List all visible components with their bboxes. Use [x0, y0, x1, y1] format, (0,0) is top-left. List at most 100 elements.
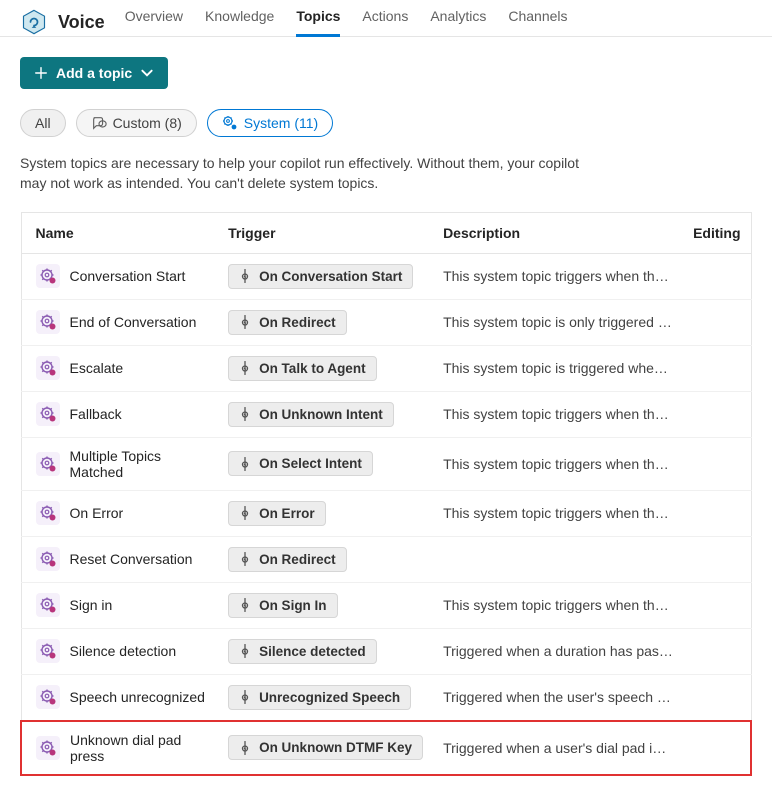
- topic-name: Silence detection: [70, 643, 177, 659]
- topic-description: This system topic triggers when the b...: [433, 437, 683, 490]
- trigger-badge: Unrecognized Speech: [228, 685, 411, 710]
- trigger-badge: On Unknown Intent: [228, 402, 394, 427]
- topic-name: End of Conversation: [70, 314, 197, 330]
- topic-description: This system topic is triggered when t...: [433, 345, 683, 391]
- editing-cell: [683, 582, 751, 628]
- table-row[interactable]: On Error On Error This system topic trig…: [21, 490, 751, 536]
- microphone-icon: [239, 690, 251, 704]
- table-row[interactable]: Reset Conversation On Redirect: [21, 536, 751, 582]
- microphone-icon: [239, 269, 251, 283]
- gear-icon: [36, 685, 60, 709]
- topic-description: Triggered when a user's dial pad inpu...: [433, 721, 683, 775]
- microphone-icon: [239, 457, 251, 471]
- col-trigger[interactable]: Trigger: [218, 212, 433, 253]
- topic-description: This system topic is only triggered by .…: [433, 299, 683, 345]
- gear-icon: [36, 402, 60, 426]
- topic-name: Escalate: [70, 360, 124, 376]
- chat-icon: [91, 116, 107, 130]
- gear-icon: [36, 547, 60, 571]
- topic-name-cell: Unknown dial pad press: [32, 732, 208, 764]
- filter-all[interactable]: All: [20, 109, 66, 137]
- gear-icon: [36, 593, 60, 617]
- microphone-icon: [239, 598, 251, 612]
- editing-cell: [683, 721, 751, 775]
- topic-name: Reset Conversation: [70, 551, 193, 567]
- microphone-icon: [239, 315, 251, 329]
- trigger-label: Silence detected: [259, 644, 366, 659]
- table-row[interactable]: Sign in On Sign In This system topic tri…: [21, 582, 751, 628]
- topic-name-cell: Escalate: [32, 356, 209, 380]
- table-row[interactable]: Escalate On Talk to Agent This system to…: [21, 345, 751, 391]
- trigger-badge: On Conversation Start: [228, 264, 413, 289]
- col-name[interactable]: Name: [21, 212, 218, 253]
- microphone-icon: [239, 407, 251, 421]
- editing-cell: [683, 253, 751, 299]
- add-topic-button[interactable]: Add a topic: [20, 57, 168, 89]
- topic-description: This system topic triggers when the u...: [433, 391, 683, 437]
- trigger-badge: On Redirect: [228, 547, 347, 572]
- topic-description: This system topic triggers when the b...: [433, 490, 683, 536]
- trigger-label: On Select Intent: [259, 456, 362, 471]
- topic-name: On Error: [70, 505, 124, 521]
- table-row[interactable]: Multiple Topics Matched On Select Intent…: [21, 437, 751, 490]
- trigger-badge: On Talk to Agent: [228, 356, 377, 381]
- filter-all-label: All: [35, 115, 51, 131]
- topic-name-cell: End of Conversation: [32, 310, 209, 334]
- microphone-icon: [239, 552, 251, 566]
- trigger-label: On Conversation Start: [259, 269, 402, 284]
- trigger-label: On Unknown Intent: [259, 407, 383, 422]
- editing-cell: [683, 391, 751, 437]
- trigger-label: On Redirect: [259, 552, 336, 567]
- gear-icon: [36, 452, 60, 476]
- col-editing[interactable]: Editing: [683, 212, 751, 253]
- table-row[interactable]: Fallback On Unknown Intent This system t…: [21, 391, 751, 437]
- editing-cell: [683, 674, 751, 721]
- trigger-label: Unrecognized Speech: [259, 690, 400, 705]
- topic-name-cell: Sign in: [32, 593, 209, 617]
- microphone-icon: [239, 506, 251, 520]
- tab-analytics[interactable]: Analytics: [430, 8, 486, 36]
- topic-name-cell: Conversation Start: [32, 264, 209, 288]
- filter-custom[interactable]: Custom (8): [76, 109, 197, 137]
- trigger-label: On Talk to Agent: [259, 361, 366, 376]
- table-row[interactable]: End of Conversation On Redirect This sys…: [21, 299, 751, 345]
- topic-name-cell: On Error: [32, 501, 209, 525]
- filter-system[interactable]: System (11): [207, 109, 333, 137]
- plus-icon: [34, 66, 48, 80]
- col-description[interactable]: Description: [433, 212, 683, 253]
- gear-icon: [36, 736, 60, 760]
- tab-channels[interactable]: Channels: [508, 8, 567, 36]
- info-text: System topics are necessary to help your…: [20, 153, 580, 194]
- trigger-badge: On Unknown DTMF Key: [228, 735, 423, 760]
- topic-description: [433, 536, 683, 582]
- gear-icon: [36, 310, 60, 334]
- tab-topics[interactable]: Topics: [296, 8, 340, 36]
- table-row[interactable]: Silence detection Silence detected Trigg…: [21, 628, 751, 674]
- nav-tabs: Overview Knowledge Topics Actions Analyt…: [125, 8, 568, 36]
- filter-system-label: System (11): [244, 115, 318, 131]
- tab-overview[interactable]: Overview: [125, 8, 183, 36]
- table-row[interactable]: Conversation Start On Conversation Start…: [21, 253, 751, 299]
- gear-icon: [36, 639, 60, 663]
- microphone-icon: [239, 644, 251, 658]
- app-icon: [20, 8, 48, 36]
- topic-name-cell: Speech unrecognized: [32, 685, 209, 709]
- trigger-badge: On Error: [228, 501, 326, 526]
- editing-cell: [683, 345, 751, 391]
- table-row[interactable]: Unknown dial pad press On Unknown DTMF K…: [21, 721, 751, 775]
- topic-name: Fallback: [70, 406, 122, 422]
- topics-table: Name Trigger Description Editing Convers…: [20, 212, 752, 776]
- tab-knowledge[interactable]: Knowledge: [205, 8, 274, 36]
- topic-name-cell: Silence detection: [32, 639, 209, 663]
- gear-icon: [36, 501, 60, 525]
- topic-name: Conversation Start: [70, 268, 186, 284]
- trigger-badge: On Redirect: [228, 310, 347, 335]
- table-row[interactable]: Speech unrecognized Unrecognized Speech …: [21, 674, 751, 721]
- content-area: Add a topic All Custom (8) System (11) S…: [0, 37, 772, 796]
- topic-description: This system topic triggers when the b...: [433, 582, 683, 628]
- editing-cell: [683, 628, 751, 674]
- microphone-icon: [239, 741, 251, 755]
- chevron-down-icon: [140, 66, 154, 80]
- gear-system-icon: [222, 115, 238, 131]
- tab-actions[interactable]: Actions: [362, 8, 408, 36]
